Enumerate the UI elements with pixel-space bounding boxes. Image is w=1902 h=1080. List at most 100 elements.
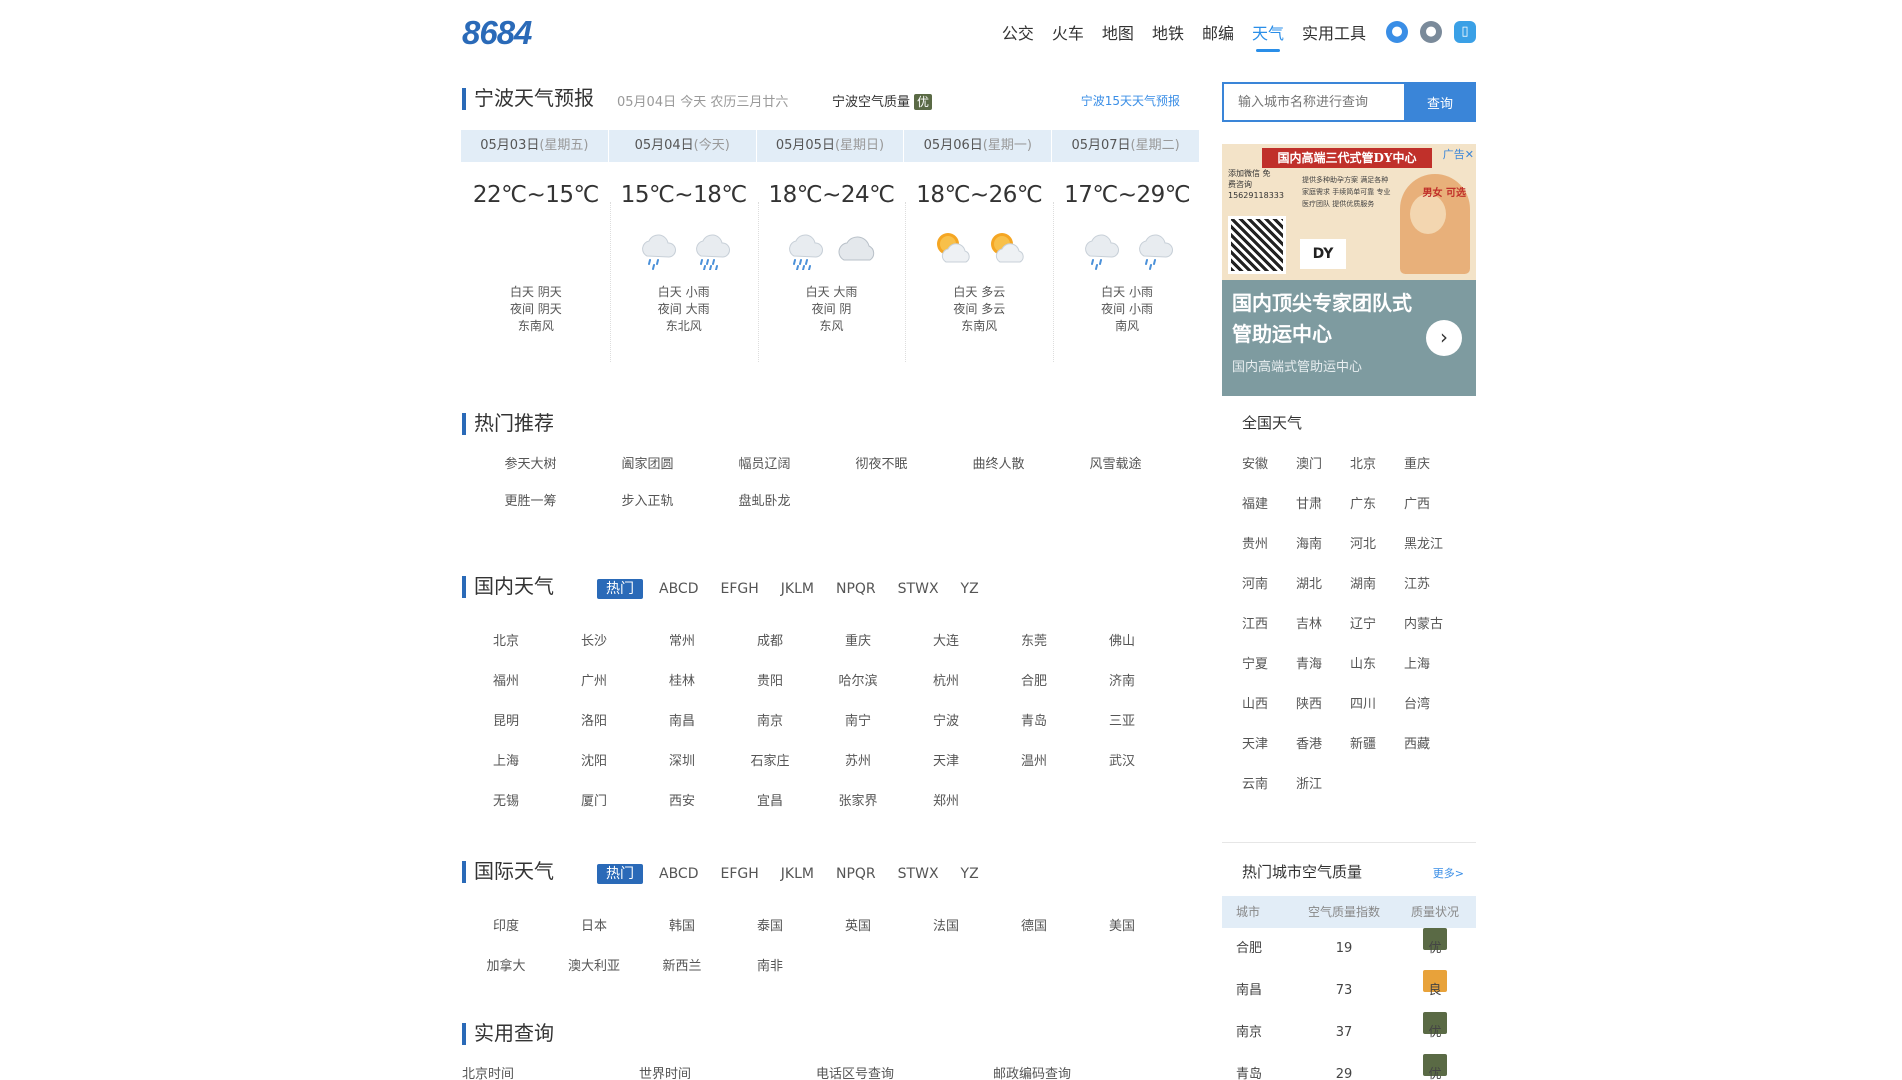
aq-city[interactable]: 南京 <box>1222 1012 1294 1054</box>
city-link[interactable]: 东莞 <box>990 630 1078 649</box>
city-link[interactable]: 福州 <box>462 670 550 689</box>
province-link[interactable]: 黑龙江 <box>1404 533 1458 552</box>
tab-热门[interactable]: 热门 <box>597 864 643 884</box>
province-link[interactable]: 河南 <box>1242 573 1296 592</box>
province-link[interactable]: 甘肃 <box>1296 493 1350 512</box>
aq-city[interactable]: 南昌 <box>1222 970 1294 1012</box>
city-link[interactable]: 青岛 <box>990 710 1078 729</box>
city-link[interactable]: 广州 <box>550 670 638 689</box>
hot-item[interactable]: 更胜一筹 <box>472 490 589 509</box>
tab-npqr[interactable]: NPQR <box>830 864 882 884</box>
country-link[interactable]: 美国 <box>1078 915 1166 934</box>
search-button[interactable]: 查询 <box>1404 82 1476 122</box>
tab-npqr[interactable]: NPQR <box>830 579 882 599</box>
city-link[interactable]: 深圳 <box>638 750 726 769</box>
airq-more-link[interactable]: 更多> <box>1433 865 1464 881</box>
city-link[interactable]: 常州 <box>638 630 726 649</box>
country-link[interactable]: 加拿大 <box>462 955 550 974</box>
wechat-icon[interactable]: ● <box>1420 21 1442 43</box>
nav-link[interactable]: 邮编 <box>1202 20 1234 50</box>
country-link[interactable]: 德国 <box>990 915 1078 934</box>
tab-efgh[interactable]: EFGH <box>715 579 765 599</box>
city-link[interactable]: 苏州 <box>814 750 902 769</box>
country-link[interactable]: 澳大利亚 <box>550 955 638 974</box>
city-link[interactable]: 南昌 <box>638 710 726 729</box>
nav-link[interactable]: 公交 <box>1002 20 1034 50</box>
country-link[interactable]: 新西兰 <box>638 955 726 974</box>
city-link[interactable]: 北京 <box>462 630 550 649</box>
chevron-right-icon[interactable]: › <box>1426 320 1462 356</box>
tab-efgh[interactable]: EFGH <box>715 864 765 884</box>
city-link[interactable]: 三亚 <box>1078 710 1166 729</box>
tab-stwx[interactable]: STWX <box>892 864 945 884</box>
city-link[interactable]: 西安 <box>638 790 726 809</box>
province-link[interactable]: 云南 <box>1242 773 1296 792</box>
province-link[interactable]: 重庆 <box>1404 453 1458 472</box>
province-link[interactable]: 内蒙古 <box>1404 613 1458 632</box>
tool-link[interactable]: 邮政编码查询 <box>993 1063 1170 1080</box>
city-link[interactable]: 厦门 <box>550 790 638 809</box>
city-link[interactable]: 大连 <box>902 630 990 649</box>
province-link[interactable]: 福建 <box>1242 493 1296 512</box>
city-link[interactable]: 张家界 <box>814 790 902 809</box>
tool-link[interactable]: 世界时间 <box>639 1063 816 1080</box>
province-link[interactable]: 上海 <box>1404 653 1458 672</box>
country-link[interactable]: 南非 <box>726 955 814 974</box>
hot-item[interactable]: 曲终人散 <box>940 453 1057 472</box>
site-logo[interactable]: 8684 <box>462 14 532 52</box>
city-link[interactable]: 济南 <box>1078 670 1166 689</box>
hot-item[interactable]: 彻夜不眠 <box>823 453 940 472</box>
tab-jklm[interactable]: JKLM <box>775 864 820 884</box>
province-link[interactable]: 广东 <box>1350 493 1404 512</box>
city-link[interactable]: 洛阳 <box>550 710 638 729</box>
city-link[interactable]: 南京 <box>726 710 814 729</box>
tool-link[interactable]: 北京时间 <box>462 1063 639 1080</box>
province-link[interactable]: 浙江 <box>1296 773 1350 792</box>
province-link[interactable]: 吉林 <box>1296 613 1350 632</box>
city-link[interactable]: 宁波 <box>902 710 990 729</box>
city-link[interactable]: 沈阳 <box>550 750 638 769</box>
hot-item[interactable]: 参天大树 <box>472 453 589 472</box>
tab-yz[interactable]: YZ <box>955 864 985 884</box>
province-link[interactable]: 河北 <box>1350 533 1404 552</box>
province-link[interactable]: 贵州 <box>1242 533 1296 552</box>
province-link[interactable]: 山东 <box>1350 653 1404 672</box>
province-link[interactable]: 宁夏 <box>1242 653 1296 672</box>
province-link[interactable]: 辽宁 <box>1350 613 1404 632</box>
country-link[interactable]: 印度 <box>462 915 550 934</box>
province-link[interactable]: 山西 <box>1242 693 1296 712</box>
city-link[interactable]: 成都 <box>726 630 814 649</box>
city-search-input[interactable] <box>1222 82 1404 122</box>
city-link[interactable]: 上海 <box>462 750 550 769</box>
aq-city[interactable]: 合肥 <box>1222 928 1294 970</box>
tab-jklm[interactable]: JKLM <box>775 579 820 599</box>
mobile-icon[interactable]: ▯ <box>1454 21 1476 43</box>
hot-item[interactable]: 盘虬卧龙 <box>706 490 823 509</box>
tab-热门[interactable]: 热门 <box>597 579 643 599</box>
city-link[interactable]: 杭州 <box>902 670 990 689</box>
province-link[interactable]: 新疆 <box>1350 733 1404 752</box>
ad-banner[interactable]: 国内高端三代式管DY中心 广告✕ 添加微信 免费咨询 15629118333 提… <box>1222 144 1476 396</box>
province-link[interactable]: 广西 <box>1404 493 1458 512</box>
city-link[interactable]: 合肥 <box>990 670 1078 689</box>
hot-item[interactable]: 阖家团圆 <box>589 453 706 472</box>
city-link[interactable]: 桂林 <box>638 670 726 689</box>
country-link[interactable]: 日本 <box>550 915 638 934</box>
country-link[interactable]: 法国 <box>902 915 990 934</box>
country-link[interactable]: 泰国 <box>726 915 814 934</box>
province-link[interactable]: 西藏 <box>1404 733 1458 752</box>
city-link[interactable]: 宜昌 <box>726 790 814 809</box>
nav-link[interactable]: 实用工具 <box>1302 20 1366 50</box>
province-link[interactable]: 青海 <box>1296 653 1350 672</box>
province-link[interactable]: 安徽 <box>1242 453 1296 472</box>
city-link[interactable]: 重庆 <box>814 630 902 649</box>
city-link[interactable]: 郑州 <box>902 790 990 809</box>
city-link[interactable]: 哈尔滨 <box>814 670 902 689</box>
city-link[interactable]: 贵阳 <box>726 670 814 689</box>
hot-item[interactable]: 步入正轨 <box>589 490 706 509</box>
ad-close-icon[interactable]: 广告✕ <box>1443 146 1474 162</box>
city-link[interactable]: 无锡 <box>462 790 550 809</box>
city-link[interactable]: 昆明 <box>462 710 550 729</box>
city-link[interactable]: 武汉 <box>1078 750 1166 769</box>
province-link[interactable]: 天津 <box>1242 733 1296 752</box>
